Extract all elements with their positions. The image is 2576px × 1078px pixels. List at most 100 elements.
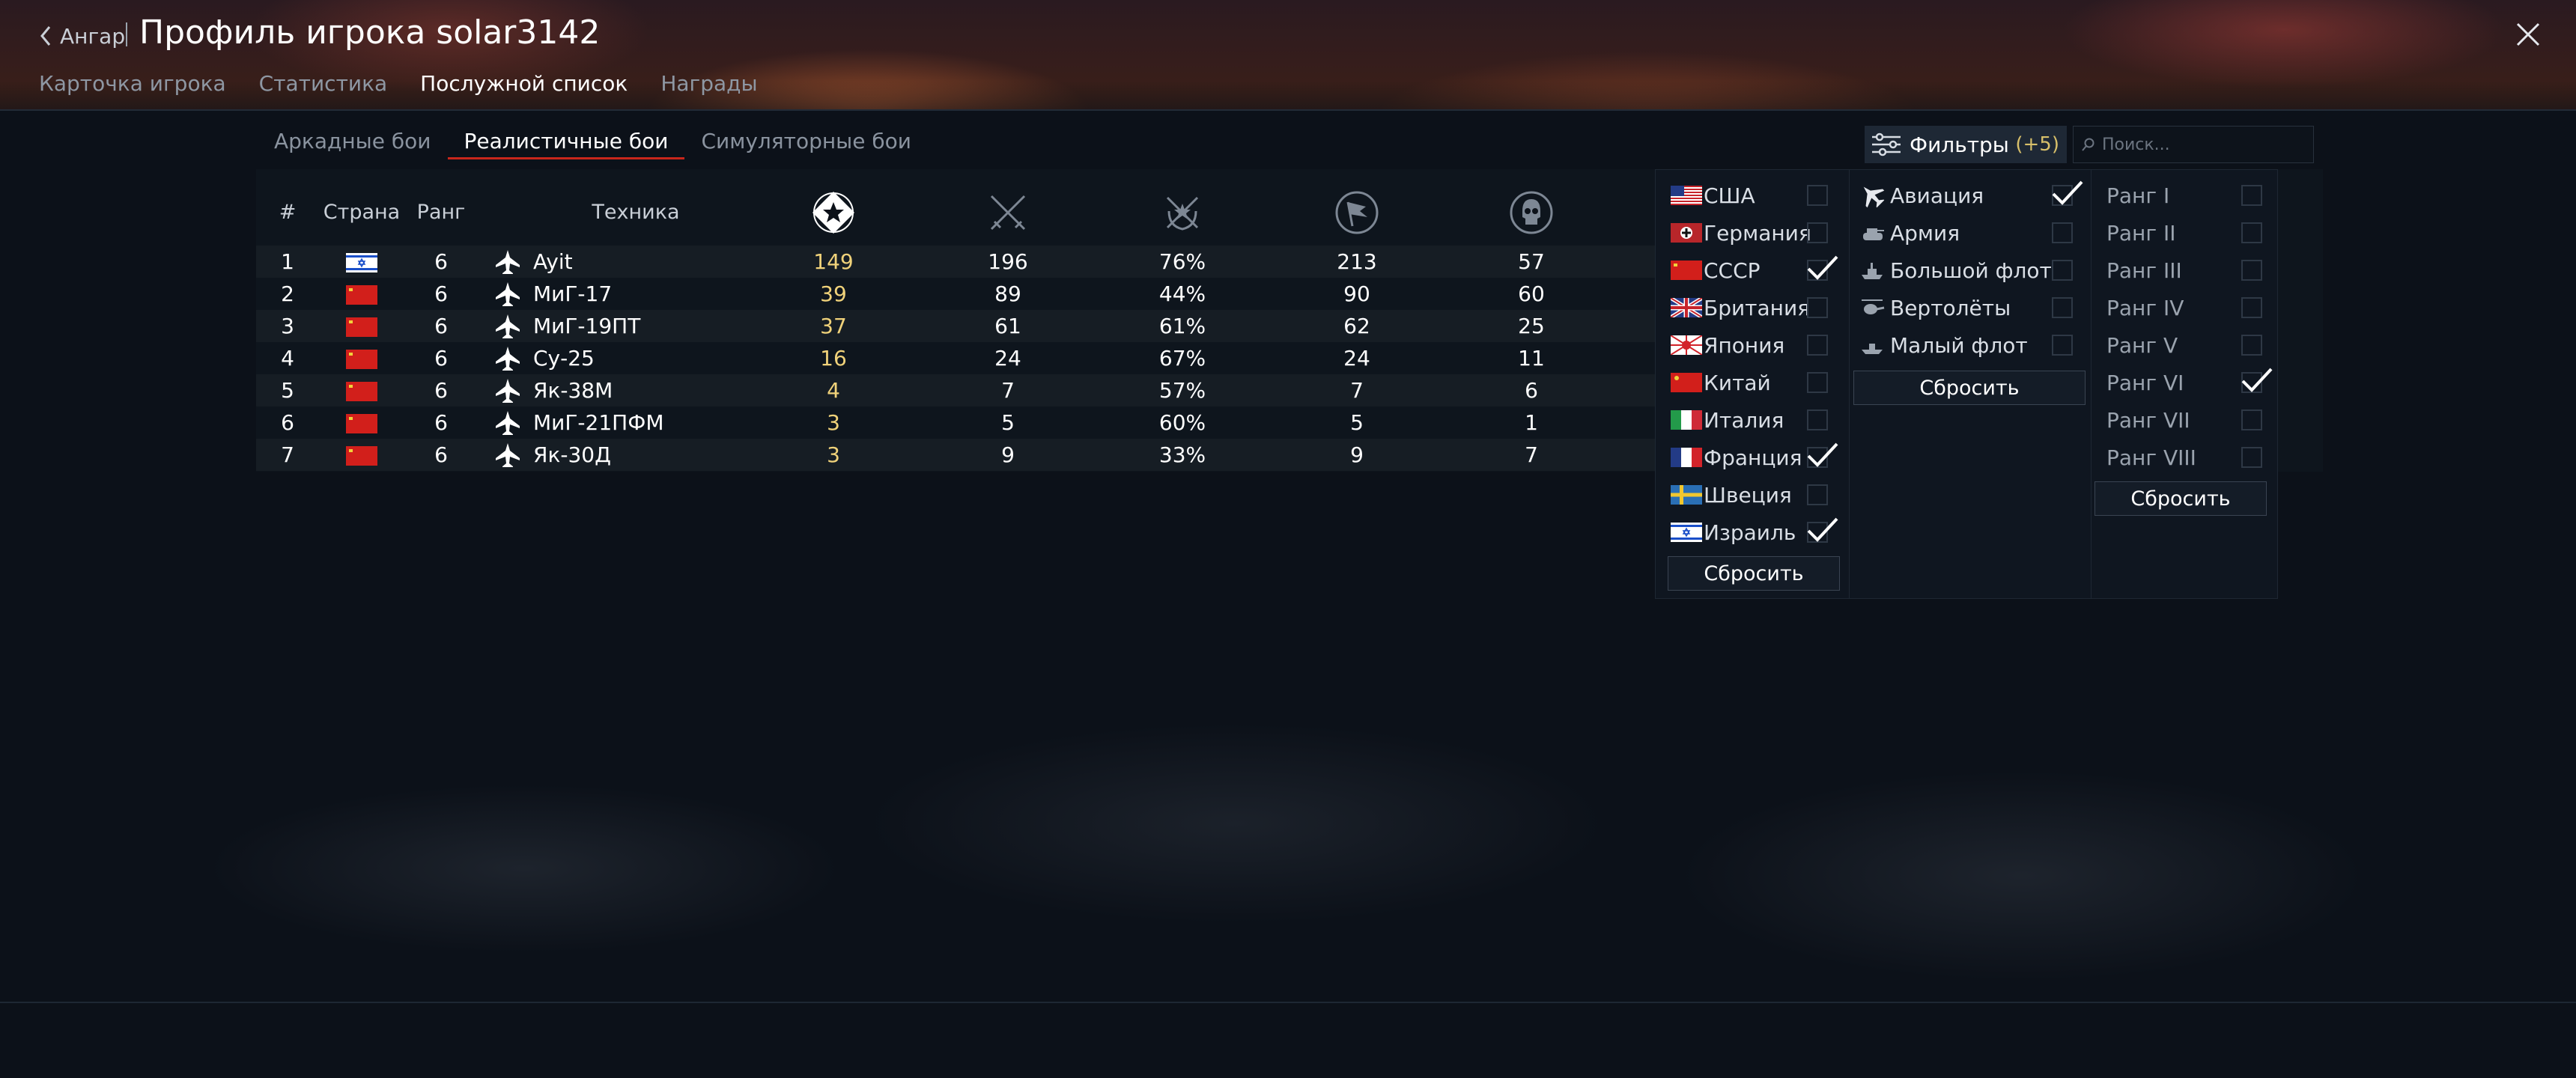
battles-star-icon[interactable] — [809, 189, 857, 237]
country-checkbox[interactable] — [1807, 255, 1838, 281]
type-checkbox[interactable] — [2052, 260, 2073, 281]
table-row[interactable]: 1 6 Ayit 149 196 76% 213 57 — [256, 246, 1656, 278]
type-filter-item[interactable]: Армия — [1850, 215, 2091, 251]
filters-button[interactable]: Фильтры (+5) — [1865, 126, 2067, 163]
rank-checkbox[interactable] — [2241, 222, 2262, 243]
battles-value: 3 — [827, 442, 840, 467]
country-label: СССР — [1704, 258, 1761, 283]
table-row[interactable]: 5 6 Як-38М 4 7 57% 7 6 — [256, 374, 1656, 406]
tab-awards[interactable]: Награды — [660, 69, 757, 99]
country-checkbox[interactable] — [1807, 442, 1838, 468]
stat-value-4: 6 — [1525, 378, 1538, 403]
country-label: Израиль — [1704, 520, 1796, 545]
rank-checkbox[interactable] — [2241, 260, 2262, 281]
rank-filter-item[interactable]: Ранг VII — [2090, 402, 2279, 438]
vehicle-name: МиГ-21ПФМ — [533, 410, 664, 435]
table-row[interactable]: 4 6 Су-25 16 24 67% 24 11 — [256, 342, 1656, 374]
row-rank: 6 — [434, 410, 448, 435]
row-number: 1 — [281, 249, 294, 274]
rank-checkbox[interactable] — [2241, 335, 2262, 356]
type-checkbox[interactable] — [2052, 222, 2073, 243]
type-checkbox[interactable] — [2052, 335, 2073, 356]
country-checkbox[interactable] — [1807, 185, 1828, 206]
cloud-background — [0, 674, 2576, 1078]
country-checkbox[interactable] — [1807, 409, 1828, 430]
country-checkbox[interactable] — [1807, 517, 1838, 543]
battles-value: 39 — [820, 281, 847, 306]
row-number: 5 — [281, 378, 294, 403]
crossed-swords-icon[interactable] — [984, 189, 1032, 237]
table-row[interactable]: 6 6 МиГ-21ПФМ 3 5 60% 5 1 — [256, 406, 1656, 439]
type-filter-item[interactable]: Вертолёты — [1850, 290, 2091, 326]
type-checkbox[interactable] — [2052, 180, 2083, 206]
stat-value-2: 44% — [1158, 281, 1206, 306]
checkmark-icon — [2052, 180, 2083, 205]
country-checkbox[interactable] — [1807, 335, 1828, 356]
country-filter-item[interactable]: США — [1656, 177, 1844, 213]
tab-realistic[interactable]: Реалистичные бои — [447, 126, 685, 159]
rank-checkbox[interactable] — [2241, 368, 2273, 393]
flag-icon — [1671, 335, 1702, 355]
table-row[interactable]: 2 6 МиГ-17 39 89 44% 90 60 — [256, 278, 1656, 310]
type-filter-item[interactable]: Авиация — [1850, 177, 2091, 213]
rank-filter-item[interactable]: Ранг II — [2090, 215, 2279, 251]
country-filter-item[interactable]: Япония — [1656, 327, 1844, 363]
rank-filter-item[interactable]: Ранг VI — [2090, 365, 2279, 401]
checkmark-icon — [2241, 368, 2273, 392]
country-checkbox[interactable] — [1807, 484, 1828, 505]
back-to-hangar-button[interactable]: Ангар — [39, 21, 125, 51]
rank-filter-item[interactable]: Ранг I — [2090, 177, 2279, 213]
country-filter-item[interactable]: Китай — [1656, 365, 1844, 401]
type-label: Авиация — [1890, 183, 1984, 208]
country-filter-item[interactable]: Швеция — [1656, 477, 1844, 513]
rank-filter-item[interactable]: Ранг III — [2090, 252, 2279, 288]
country-filter-item[interactable]: Германия — [1656, 215, 1844, 251]
rank-filter-item[interactable]: Ранг VIII — [2090, 439, 2279, 475]
rank-checkbox[interactable] — [2241, 297, 2262, 318]
reset-countries-button[interactable]: Сбросить — [1668, 556, 1840, 591]
table-row[interactable]: 3 6 МиГ-19ПТ 37 61 61% 62 25 — [256, 310, 1656, 342]
close-icon[interactable] — [2515, 21, 2542, 48]
filters-label: Фильтры — [1910, 132, 2009, 157]
country-filter-item[interactable]: Израиль — [1656, 514, 1844, 550]
country-filter-item[interactable]: Франция — [1656, 439, 1844, 475]
reset-ranks-button[interactable]: Сбросить — [2094, 481, 2267, 516]
country-label: Япония — [1704, 332, 1785, 358]
vehicle-name: МиГ-17 — [533, 281, 613, 306]
country-filter-item[interactable]: СССР — [1656, 252, 1844, 288]
capture-flag-icon[interactable] — [1333, 189, 1381, 237]
reset-types-button[interactable]: Сбросить — [1853, 371, 2086, 405]
stat-value-1: 7 — [1001, 378, 1015, 403]
country-label: Италия — [1704, 407, 1784, 433]
rank-filter-item[interactable]: Ранг V — [2090, 327, 2279, 363]
rank-label: Ранг IV — [2106, 295, 2184, 320]
tab-statistics[interactable]: Статистика — [259, 69, 388, 99]
stat-value-2: 76% — [1158, 249, 1206, 274]
type-filter-item[interactable]: Малый флот — [1850, 327, 2091, 363]
filters-count-badge: (+5) — [2015, 133, 2059, 156]
tab-arcade[interactable]: Аркадные бои — [258, 126, 448, 157]
country-checkbox[interactable] — [1807, 297, 1828, 318]
stat-value-1: 24 — [994, 346, 1021, 371]
stat-value-1: 89 — [994, 281, 1021, 306]
tab-service-record[interactable]: Послужной список — [420, 69, 628, 99]
rank-filter-item[interactable]: Ранг IV — [2090, 290, 2279, 326]
table-row[interactable]: 7 6 Як-30Д 3 9 33% 9 7 — [256, 439, 1656, 471]
header-num: # — [279, 201, 297, 224]
victory-wreath-icon[interactable] — [1158, 189, 1206, 237]
country-checkbox[interactable] — [1807, 372, 1828, 393]
rank-checkbox[interactable] — [2241, 447, 2262, 468]
type-filter-item[interactable]: Большой флот — [1850, 252, 2091, 288]
rank-checkbox[interactable] — [2241, 409, 2262, 430]
type-checkbox[interactable] — [2052, 297, 2073, 318]
rank-checkbox[interactable] — [2241, 185, 2262, 206]
tab-player-card[interactable]: Карточка игрока — [39, 69, 226, 99]
country-filter-item[interactable]: Италия — [1656, 402, 1844, 438]
country-checkbox[interactable] — [1807, 222, 1828, 243]
flag-icon — [1671, 448, 1702, 467]
stat-value-4: 60 — [1518, 281, 1545, 306]
tab-simulator[interactable]: Симуляторные бои — [684, 126, 928, 157]
skull-icon[interactable] — [1507, 189, 1555, 237]
search-input[interactable] — [2100, 134, 2306, 155]
country-filter-item[interactable]: Британия — [1656, 290, 1844, 326]
